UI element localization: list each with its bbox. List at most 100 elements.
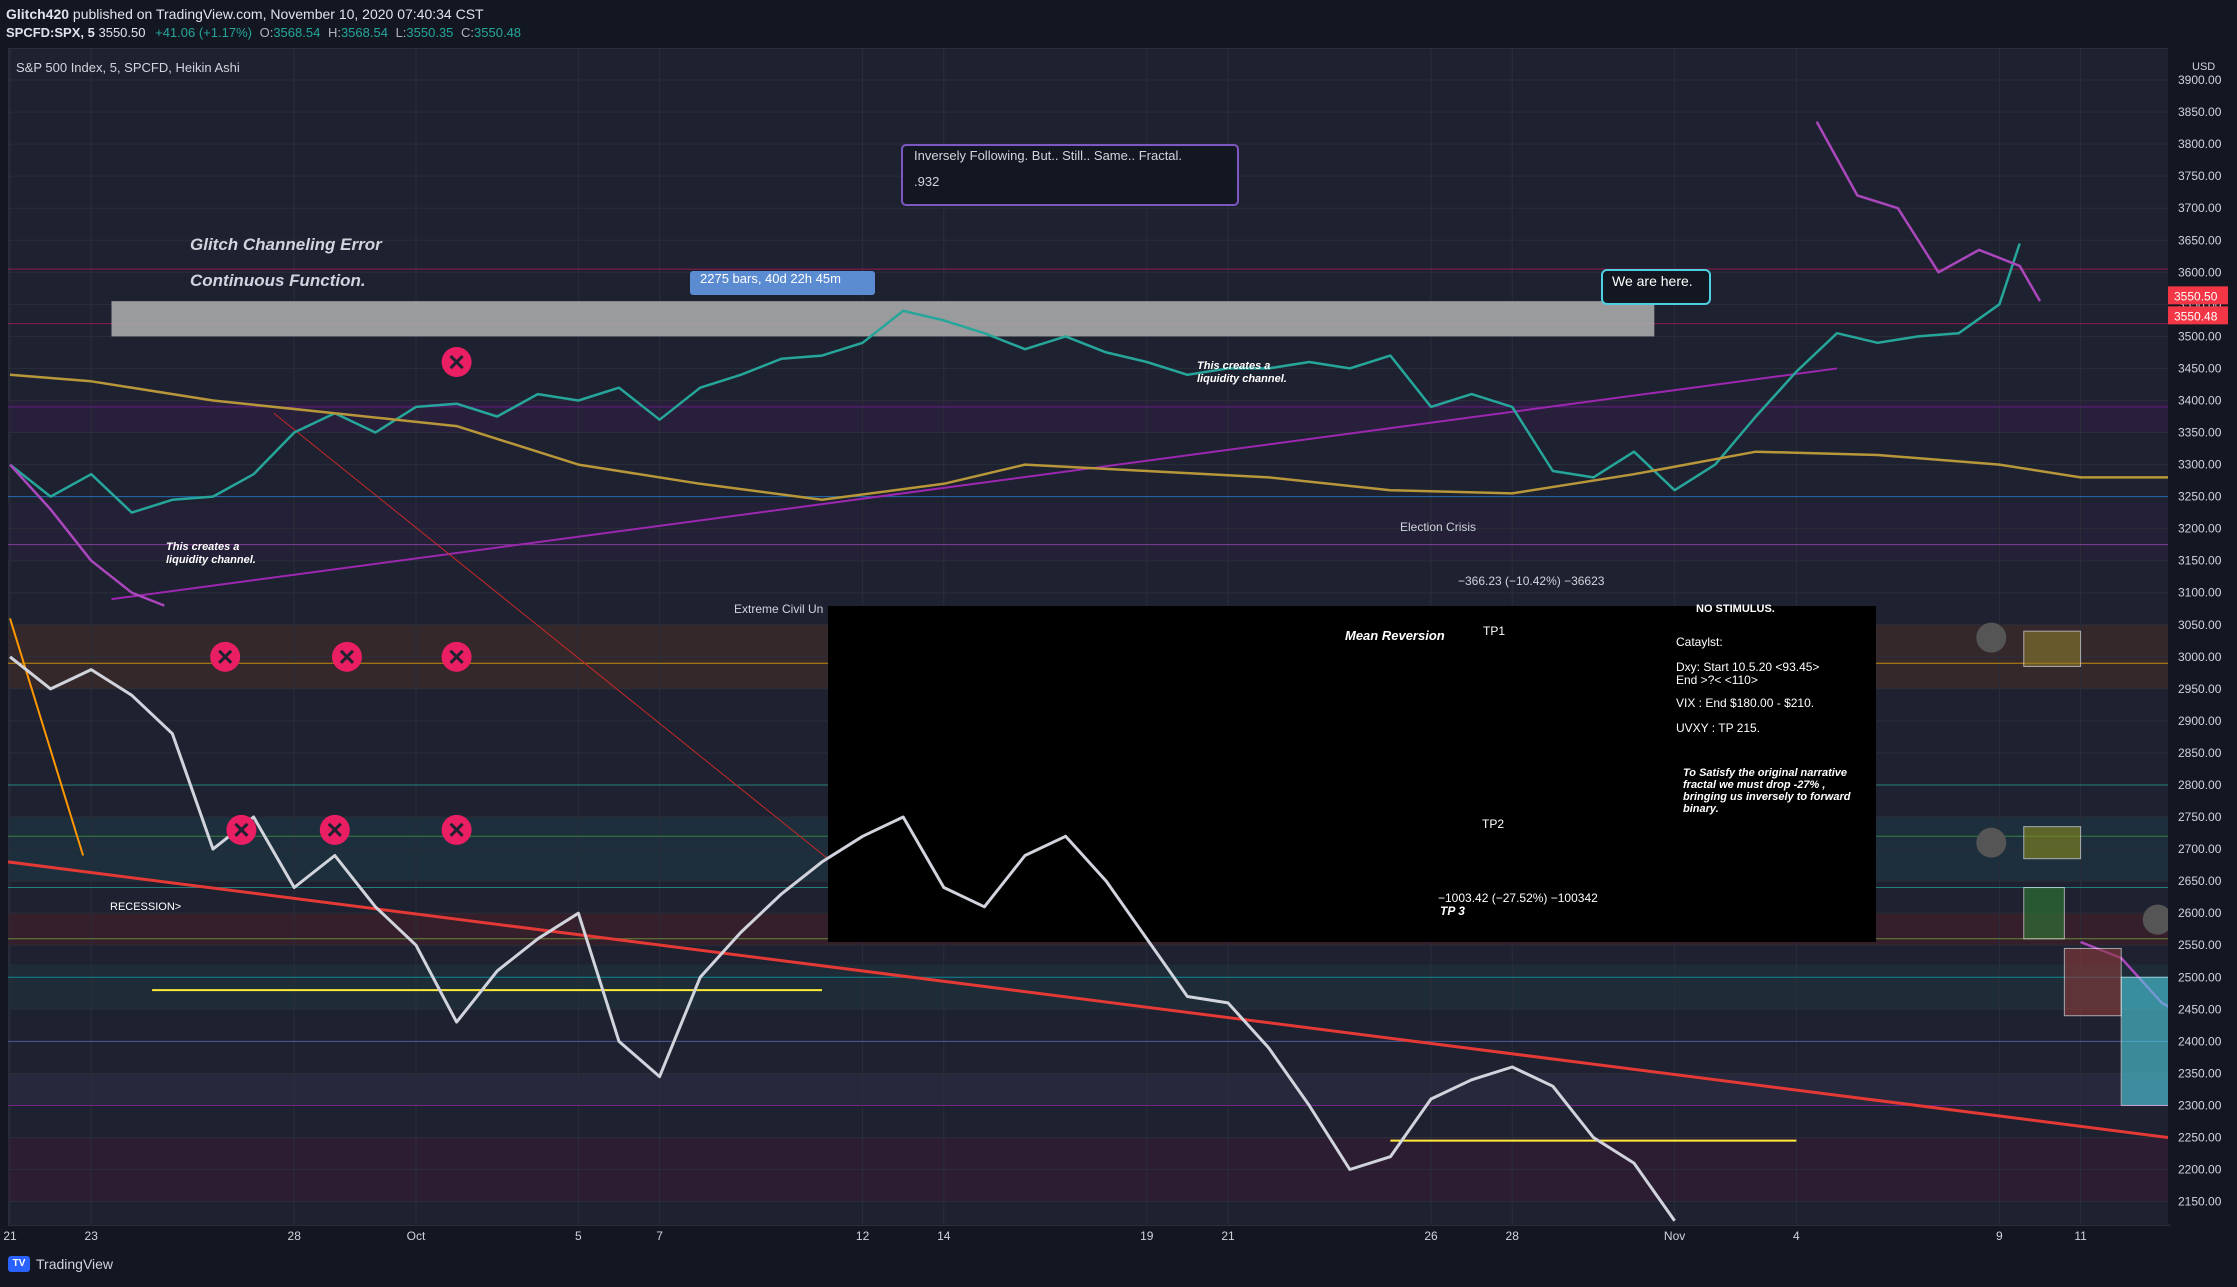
- y-tick-label: 3750.00: [2178, 169, 2222, 183]
- annotation-text: TP1: [1483, 624, 1505, 638]
- target-box[interactable]: [2023, 887, 2065, 940]
- y-tick-label: 2150.00: [2178, 1195, 2222, 1209]
- y-tick-label: 2800.00: [2178, 778, 2222, 792]
- question-icon[interactable]: [1976, 622, 2007, 653]
- x-tick-label: 12: [856, 1229, 870, 1243]
- y-tick-label: 2350.00: [2178, 1066, 2222, 1080]
- y-tick-label: 3050.00: [2178, 618, 2222, 632]
- x-tick-label: 9: [1996, 1229, 2003, 1243]
- y-tick-label: 2550.00: [2178, 938, 2222, 952]
- time-axis: 212328Oct57121419212628Nov49111618: [3, 1229, 2087, 1243]
- annotation-text: Extreme Civil Un: [734, 602, 823, 616]
- y-tick-label: 3500.00: [2178, 329, 2222, 343]
- y-tick-label: 2950.00: [2178, 682, 2222, 696]
- annotation-text: NO STIMULUS.: [1696, 603, 1775, 615]
- zone-band: [8, 503, 2168, 561]
- series-line-3[interactable]: [1815, 121, 2042, 302]
- chart-title: S&P 500 Index, 5, SPCFD, Heikin Ashi: [16, 60, 240, 75]
- y-tick-label: 2400.00: [2178, 1034, 2222, 1048]
- resistance-band[interactable]: [111, 301, 1655, 337]
- x-tick-label: 11: [2074, 1229, 2087, 1243]
- annotation-text: 2275 bars, 40d 22h 45m: [700, 271, 841, 286]
- y-tick-label: 3700.00: [2178, 201, 2222, 215]
- target-box[interactable]: [2023, 826, 2082, 860]
- annotation-text: RECESSION>: [110, 901, 181, 913]
- y-tick-label: 2500.00: [2178, 970, 2222, 984]
- target-box[interactable]: [2023, 630, 2082, 667]
- y-tick-label: 3900.00: [2178, 73, 2222, 87]
- y-tick-label: 2450.00: [2178, 1002, 2222, 1016]
- price-badge-label: 3550.48: [2174, 309, 2218, 323]
- annotation-text: Election Crisis: [1400, 520, 1476, 534]
- y-tick-label: 3600.00: [2178, 265, 2222, 279]
- price-badge-label: 3550.50: [2174, 289, 2218, 303]
- annotation-text: −1003.42 (−27.52%) −100342: [1438, 891, 1598, 905]
- y-tick-label: 2650.00: [2178, 874, 2222, 888]
- x-tick-label: Nov: [1664, 1229, 1685, 1243]
- x-tick-label: 4: [1793, 1229, 1800, 1243]
- y-tick-label: 3300.00: [2178, 458, 2222, 472]
- y-tick-label: 3400.00: [2178, 393, 2222, 407]
- annotation-text: −366.23 (−10.42%) −36623: [1458, 574, 1605, 588]
- drawings: [7, 268, 2169, 1142]
- annotation-text: .932: [914, 174, 939, 189]
- price-axis: USD 2150.00 2200.00 2250.00 2300.00 2350.00 24…: [2168, 48, 2237, 1224]
- x-tick-label: 19: [1140, 1229, 1154, 1243]
- x-tick-label: 7: [656, 1229, 663, 1243]
- annotation-text: Inversely Following. But.. Still.. Same.…: [914, 148, 1182, 163]
- y-tick-label: 2850.00: [2178, 746, 2222, 760]
- target-box[interactable]: [2063, 947, 2122, 1017]
- y-tick-label: 2250.00: [2178, 1130, 2222, 1144]
- y-tick-label: 3000.00: [2178, 650, 2222, 664]
- y-tick-label: 3350.00: [2178, 426, 2222, 440]
- annotation-text: TP 3: [1440, 904, 1465, 918]
- annotation-text: Mean Reversion: [1345, 628, 1445, 643]
- x-tick-label: 21: [1221, 1229, 1235, 1243]
- x-tick-label: Oct: [407, 1229, 426, 1243]
- y-tick-label: 2900.00: [2178, 714, 2222, 728]
- y-tick-label: 3800.00: [2178, 137, 2222, 151]
- x-tick-label: 28: [288, 1229, 302, 1243]
- tradingview-brand[interactable]: TV TradingView: [8, 1256, 113, 1272]
- y-tick-label: 2200.00: [2178, 1163, 2222, 1177]
- currency-label: USD: [2192, 61, 2215, 73]
- annotation-text: liquidity channel.: [1197, 373, 1287, 385]
- annotation-text: binary.: [1683, 803, 1719, 815]
- annotation-text: We are here.: [1612, 273, 1693, 289]
- x-tick-label: 23: [85, 1229, 99, 1243]
- x-tick-label: 14: [937, 1229, 951, 1243]
- price-chart[interactable]: Glitch Channeling Error Continuous Functi…: [0, 0, 2237, 1287]
- y-tick-label: 2750.00: [2178, 810, 2222, 824]
- annotation-text: Glitch Channeling Error: [190, 235, 383, 254]
- x-tick-label: 28: [1506, 1229, 1520, 1243]
- annotation-text: VIX : End $180.00 - $210.: [1676, 696, 1814, 710]
- zone-band: [8, 964, 2168, 1010]
- annotation-text: This creates a: [1197, 360, 1270, 372]
- annotation-text: TP2: [1482, 817, 1504, 831]
- y-tick-label: 2600.00: [2178, 906, 2222, 920]
- question-icon[interactable]: [1976, 827, 2007, 858]
- annotation-text: Cataylst:: [1676, 635, 1723, 649]
- annotation-text: This creates a: [166, 541, 239, 553]
- y-tick-label: 3100.00: [2178, 586, 2222, 600]
- zone-band: [8, 400, 2168, 433]
- annotation-text: liquidity channel.: [166, 554, 256, 566]
- y-tick-label: 3650.00: [2178, 233, 2222, 247]
- brand-label: TradingView: [36, 1256, 114, 1272]
- annotation-text: UVXY : TP 215.: [1676, 721, 1760, 735]
- annotation-text: Dxy: Start 10.5.20 <93.45>: [1676, 660, 1819, 674]
- annotation-text: Continuous Function.: [190, 271, 366, 290]
- y-tick-label: 3250.00: [2178, 490, 2222, 504]
- annotation-text: To Satisfy the original narrative: [1683, 767, 1847, 779]
- y-tick-label: 2700.00: [2178, 842, 2222, 856]
- zone-band: [8, 1073, 2168, 1106]
- x-tick-label: 26: [1424, 1229, 1438, 1243]
- y-tick-label: 3150.00: [2178, 554, 2222, 568]
- y-tick-label: 3850.00: [2178, 105, 2222, 119]
- y-tick-label: 3450.00: [2178, 361, 2222, 375]
- y-tick-label: 2300.00: [2178, 1098, 2222, 1112]
- x-tick-label: 21: [3, 1229, 17, 1243]
- y-tick-label: 3200.00: [2178, 522, 2222, 536]
- tradingview-logo-icon: TV: [8, 1256, 30, 1272]
- annotation-text: fractal we must drop -27% ,: [1683, 779, 1825, 791]
